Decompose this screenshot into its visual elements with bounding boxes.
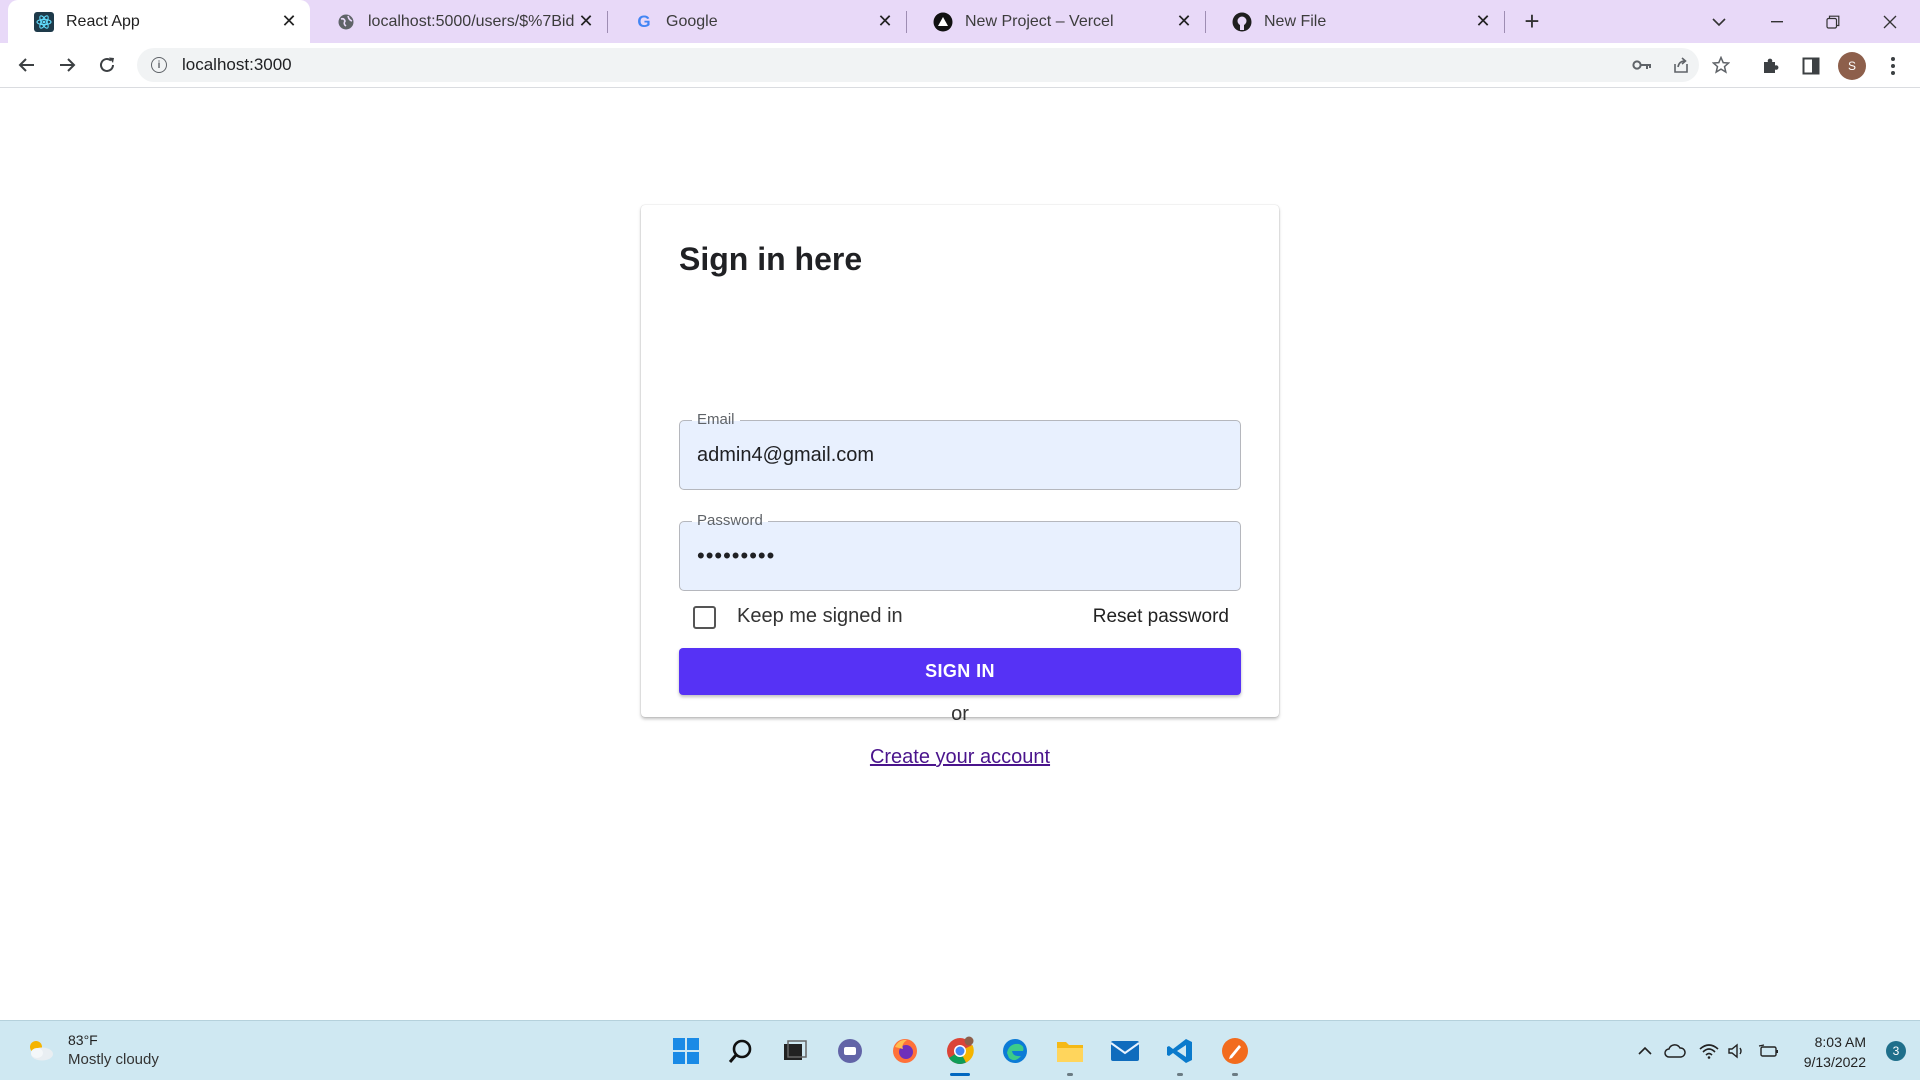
tab-separator (1504, 11, 1505, 33)
page-title: Sign in here (679, 241, 863, 277)
share-icon[interactable] (1671, 55, 1691, 75)
password-field[interactable]: Password (679, 512, 1241, 591)
arrow-left-icon (18, 58, 34, 72)
react-icon (34, 11, 54, 32)
keep-signed-in-label[interactable]: Keep me signed in (737, 605, 903, 628)
profile-avatar[interactable]: S (1838, 52, 1866, 80)
close-window-icon[interactable] (1870, 0, 1910, 43)
weather-temp: 83°F (68, 1032, 98, 1048)
open-app-indicator (1177, 1073, 1183, 1076)
tab-label: localhost:5000/users/$%7Bid%7D (368, 12, 575, 30)
globe-icon (336, 12, 356, 32)
close-icon[interactable]: ✕ (874, 11, 896, 33)
edge-icon[interactable] (995, 1031, 1035, 1071)
email-input[interactable] (680, 421, 1240, 489)
page-viewport: Sign in here Email Password Keep me sign… (0, 89, 1920, 1020)
new-tab-button[interactable]: + (1516, 0, 1548, 43)
wifi-icon[interactable] (1698, 1040, 1720, 1062)
reset-password-link[interactable]: Reset password (1093, 606, 1229, 628)
chevron-up-icon[interactable] (1634, 1040, 1656, 1062)
arrow-right-icon (60, 58, 76, 72)
open-app-indicator (1232, 1073, 1238, 1076)
firefox-icon[interactable] (885, 1031, 925, 1071)
onedrive-cloud-icon[interactable] (1664, 1040, 1686, 1062)
close-icon[interactable]: ✕ (1472, 11, 1494, 33)
pencil-app-icon[interactable] (1215, 1031, 1255, 1076)
clock-date: 9/13/2022 (1803, 1054, 1866, 1070)
tab-label: New Project – Vercel (965, 12, 1114, 30)
menu-kebab-icon[interactable] (1880, 53, 1906, 79)
chrome-icon[interactable] (940, 1031, 980, 1076)
chat-icon[interactable] (830, 1031, 870, 1071)
reload-icon (100, 57, 114, 72)
battery-icon[interactable] (1758, 1040, 1780, 1062)
close-icon[interactable]: ✕ (278, 11, 300, 33)
google-icon: G (637, 11, 651, 31)
tab-search-icon[interactable] (1702, 0, 1736, 43)
tab-react-app[interactable]: React App ✕ (8, 0, 310, 43)
system-clock[interactable]: 8:03 AM 9/13/2022 (1804, 1032, 1866, 1072)
windows-start-icon[interactable] (666, 1031, 706, 1071)
signin-button[interactable]: SIGN IN (679, 648, 1241, 695)
vscode-icon[interactable] (1160, 1031, 1200, 1076)
extensions-puzzle-icon[interactable] (1758, 53, 1784, 79)
active-app-indicator (950, 1073, 970, 1076)
weather-condition: Mostly cloudy (68, 1051, 159, 1068)
keep-signed-in-checkbox[interactable] (693, 606, 716, 629)
tab-google[interactable]: G Google ✕ (608, 0, 906, 43)
browser-toolbar: i localhost:3000 S (0, 43, 1920, 88)
windows-taskbar: 83°F Mostly cloudy 8:03 AM 9/13/2022 3 (0, 1020, 1920, 1080)
remember-row: Keep me signed in Reset password (679, 597, 1241, 633)
or-divider-text: or (951, 703, 969, 725)
tab-label: New File (1264, 12, 1327, 30)
partly-cloudy-icon (30, 1041, 53, 1061)
signin-card: Sign in here Email Password Keep me sign… (641, 205, 1279, 768)
task-view-icon[interactable] (775, 1031, 815, 1071)
tab-label: Google (666, 12, 718, 30)
close-icon[interactable]: ✕ (575, 11, 597, 33)
file-explorer-icon[interactable] (1050, 1031, 1090, 1076)
minimize-icon[interactable] (1757, 0, 1797, 43)
create-account-link[interactable]: Create your account (641, 746, 1279, 769)
back-button[interactable] (11, 49, 43, 81)
vercel-icon (933, 12, 953, 32)
password-input[interactable] (680, 522, 1240, 590)
email-field[interactable]: Email (679, 411, 1241, 490)
tab-new-file[interactable]: New File ✕ (1206, 0, 1504, 43)
side-panel-icon[interactable] (1798, 53, 1824, 79)
open-app-indicator (1067, 1073, 1073, 1076)
browser-tab-strip: React App ✕ localhost:5000/users/$%7Bid%… (0, 0, 1920, 43)
mail-icon[interactable] (1105, 1031, 1145, 1071)
notification-badge[interactable]: 3 (1886, 1041, 1906, 1061)
tab-vercel[interactable]: New Project – Vercel ✕ (907, 0, 1205, 43)
weather-widget[interactable]: 83°F Mostly cloudy (24, 1031, 159, 1069)
reload-button[interactable] (91, 49, 123, 81)
site-info-icon[interactable]: i (151, 57, 167, 73)
forward-button[interactable] (51, 49, 83, 81)
key-icon[interactable] (1632, 55, 1652, 75)
url-text[interactable]: localhost:3000 (182, 55, 292, 75)
search-icon[interactable] (721, 1031, 761, 1071)
clock-time: 8:03 AM (1814, 1034, 1866, 1050)
volume-icon[interactable] (1726, 1040, 1748, 1062)
close-icon[interactable]: ✕ (1173, 11, 1195, 33)
bookmark-star-icon[interactable] (1711, 55, 1731, 75)
github-icon (1232, 12, 1252, 32)
restore-icon[interactable] (1813, 0, 1853, 43)
tab-localhost-users[interactable]: localhost:5000/users/$%7Bid%7D ✕ (310, 0, 607, 43)
tab-label: React App (66, 12, 140, 30)
address-bar[interactable]: i localhost:3000 (137, 48, 1730, 82)
